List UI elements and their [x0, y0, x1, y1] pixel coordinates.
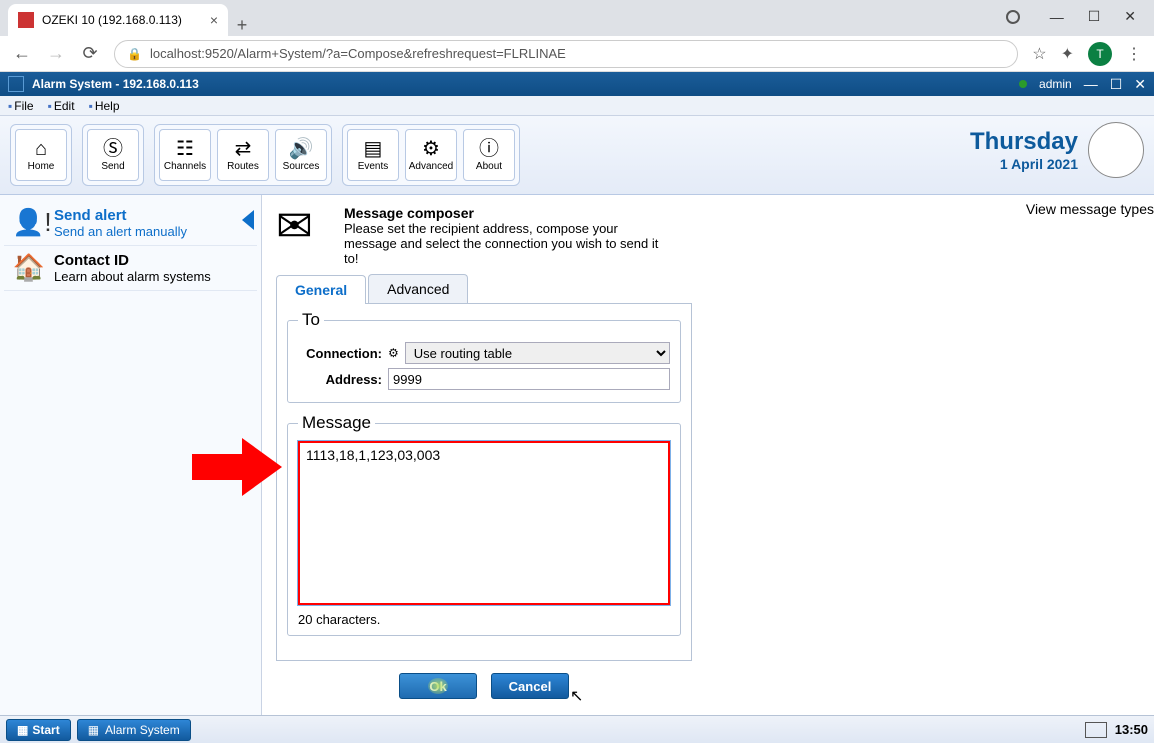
message-textarea[interactable] — [298, 441, 670, 605]
window-maximize-button[interactable]: ☐ — [1088, 8, 1101, 25]
menu-edit[interactable]: ▪Edit — [48, 99, 75, 113]
tab-advanced[interactable]: Advanced — [368, 274, 468, 303]
tab-favicon-icon — [18, 12, 34, 28]
form-panel: To Connection: ⚙ Use routing table Addre… — [276, 304, 692, 661]
ok-button[interactable]: Ok — [399, 673, 477, 699]
account-icon[interactable] — [1006, 10, 1020, 24]
events-button[interactable]: ▤Events — [347, 129, 399, 181]
sidebar-item-send-alert[interactable]: 👤! Send alert Send an alert manually — [4, 201, 257, 246]
home-icon: ⌂ — [35, 139, 47, 159]
tab-close-button[interactable]: × — [210, 12, 218, 28]
routes-button[interactable]: ⇄Routes — [217, 129, 269, 181]
annotation-arrow-icon — [192, 438, 287, 496]
app-icon — [8, 76, 24, 92]
url-text: localhost:9520/Alarm+System/?a=Compose&r… — [150, 46, 566, 61]
new-tab-button[interactable]: + — [228, 15, 256, 36]
tab-title: OZEKI 10 (192.168.0.113) — [42, 13, 182, 27]
home-button[interactable]: ⌂Home — [15, 129, 67, 181]
app-minimize-button[interactable]: — — [1084, 76, 1098, 92]
sources-icon: 🔊 — [289, 139, 314, 159]
composer-title: Message composer — [344, 205, 664, 221]
sidebar-item-title: Send alert — [54, 207, 187, 224]
about-button[interactable]: ⓘAbout — [463, 129, 515, 181]
gear-icon: ⚙ — [422, 139, 440, 159]
content-area: View message types ✉ Message composer Pl… — [262, 195, 1154, 715]
date-widget: Thursday 1 April 2021 — [970, 122, 1144, 178]
tab-general[interactable]: General — [276, 275, 366, 304]
house-icon: 🏠 — [12, 252, 46, 284]
app-close-button[interactable]: ✕ — [1134, 76, 1146, 93]
sidebar-item-title: Contact ID — [54, 252, 211, 269]
person-alert-icon: 👤! — [12, 207, 46, 239]
extensions-icon[interactable]: ✦ — [1061, 44, 1074, 64]
browser-url-bar: ← → ⟳ 🔒 localhost:9520/Alarm+System/?a=C… — [0, 36, 1154, 72]
start-button[interactable]: ▦ Start — [6, 719, 71, 741]
address-input[interactable] — [388, 368, 670, 390]
user-name[interactable]: admin — [1039, 77, 1072, 91]
window-minimize-button[interactable]: — — [1050, 9, 1064, 25]
bookmark-star-icon[interactable]: ☆ — [1032, 44, 1046, 64]
profile-avatar[interactable]: T — [1088, 42, 1112, 66]
message-fieldset: Message 20 characters. — [287, 413, 681, 636]
info-icon: ⓘ — [479, 139, 499, 159]
view-message-types-link[interactable]: View message types — [1026, 201, 1154, 217]
sidebar-item-contact-id[interactable]: 🏠 Contact ID Learn about alarm systems — [4, 246, 257, 291]
nav-back-button[interactable]: ← — [12, 43, 32, 64]
channels-icon: ☷ — [176, 139, 194, 159]
connection-select[interactable]: Use routing table — [405, 342, 670, 364]
taskbar: ▦ Start ▦ Alarm System 13:50 — [0, 715, 1154, 743]
lock-icon: 🔒 — [127, 47, 142, 61]
to-fieldset: To Connection: ⚙ Use routing table Addre… — [287, 310, 681, 403]
advanced-button[interactable]: ⚙Advanced — [405, 129, 457, 181]
browser-tab[interactable]: OZEKI 10 (192.168.0.113) × — [8, 4, 228, 36]
clock-icon — [1088, 122, 1144, 178]
taskbar-clock: 13:50 — [1115, 722, 1148, 737]
menu-bar: ▪File ▪Edit ▪Help — [0, 96, 1154, 116]
sources-button[interactable]: 🔊Sources — [275, 129, 327, 181]
send-button[interactable]: ⓈSend — [87, 129, 139, 181]
sidebar-item-sub: Learn about alarm systems — [54, 269, 211, 284]
gear-small-icon: ⚙ — [388, 346, 399, 360]
connection-label: Connection: — [298, 346, 382, 361]
date-weekday: Thursday — [970, 128, 1078, 156]
app-title: Alarm System - 192.168.0.113 — [32, 77, 1011, 91]
window-controls: — ☐ ✕ — [988, 0, 1154, 33]
date-full: 1 April 2021 — [970, 156, 1078, 172]
keyboard-icon[interactable] — [1085, 722, 1107, 738]
browser-tab-strip: OZEKI 10 (192.168.0.113) × + — ☐ ✕ — [0, 0, 1154, 36]
message-legend: Message — [298, 413, 375, 433]
status-dot-icon — [1019, 80, 1027, 88]
menu-file[interactable]: ▪File — [8, 99, 34, 113]
cancel-button[interactable]: Cancel — [491, 673, 569, 699]
window-close-button[interactable]: ✕ — [1124, 8, 1136, 25]
address-bar[interactable]: 🔒 localhost:9520/Alarm+System/?a=Compose… — [114, 40, 1018, 68]
envelope-icon: ✉ — [276, 205, 332, 266]
app-title-bar: Alarm System - 192.168.0.113 admin — ☐ ✕ — [0, 72, 1154, 96]
channels-button[interactable]: ☷Channels — [159, 129, 211, 181]
sidebar-pointer-icon — [242, 210, 254, 230]
address-label: Address: — [298, 372, 382, 387]
nav-forward-button[interactable]: → — [46, 43, 66, 64]
nav-reload-button[interactable]: ⟳ — [80, 43, 100, 64]
to-legend: To — [298, 310, 324, 330]
menu-help[interactable]: ▪Help — [89, 99, 120, 113]
browser-menu-button[interactable]: ⋮ — [1126, 44, 1142, 64]
send-icon: Ⓢ — [103, 139, 123, 159]
composer-description: Please set the recipient address, compos… — [344, 221, 664, 266]
events-icon: ▤ — [364, 139, 383, 159]
routes-icon: ⇄ — [235, 139, 252, 159]
toolbar: ⌂Home ⓈSend ☷Channels ⇄Routes 🔊Sources ▤… — [0, 116, 1154, 194]
app-maximize-button[interactable]: ☐ — [1110, 76, 1123, 93]
char-counter: 20 characters. — [298, 612, 670, 627]
taskbar-app-button[interactable]: ▦ Alarm System — [77, 719, 191, 741]
sidebar-item-sub: Send an alert manually — [54, 224, 187, 239]
